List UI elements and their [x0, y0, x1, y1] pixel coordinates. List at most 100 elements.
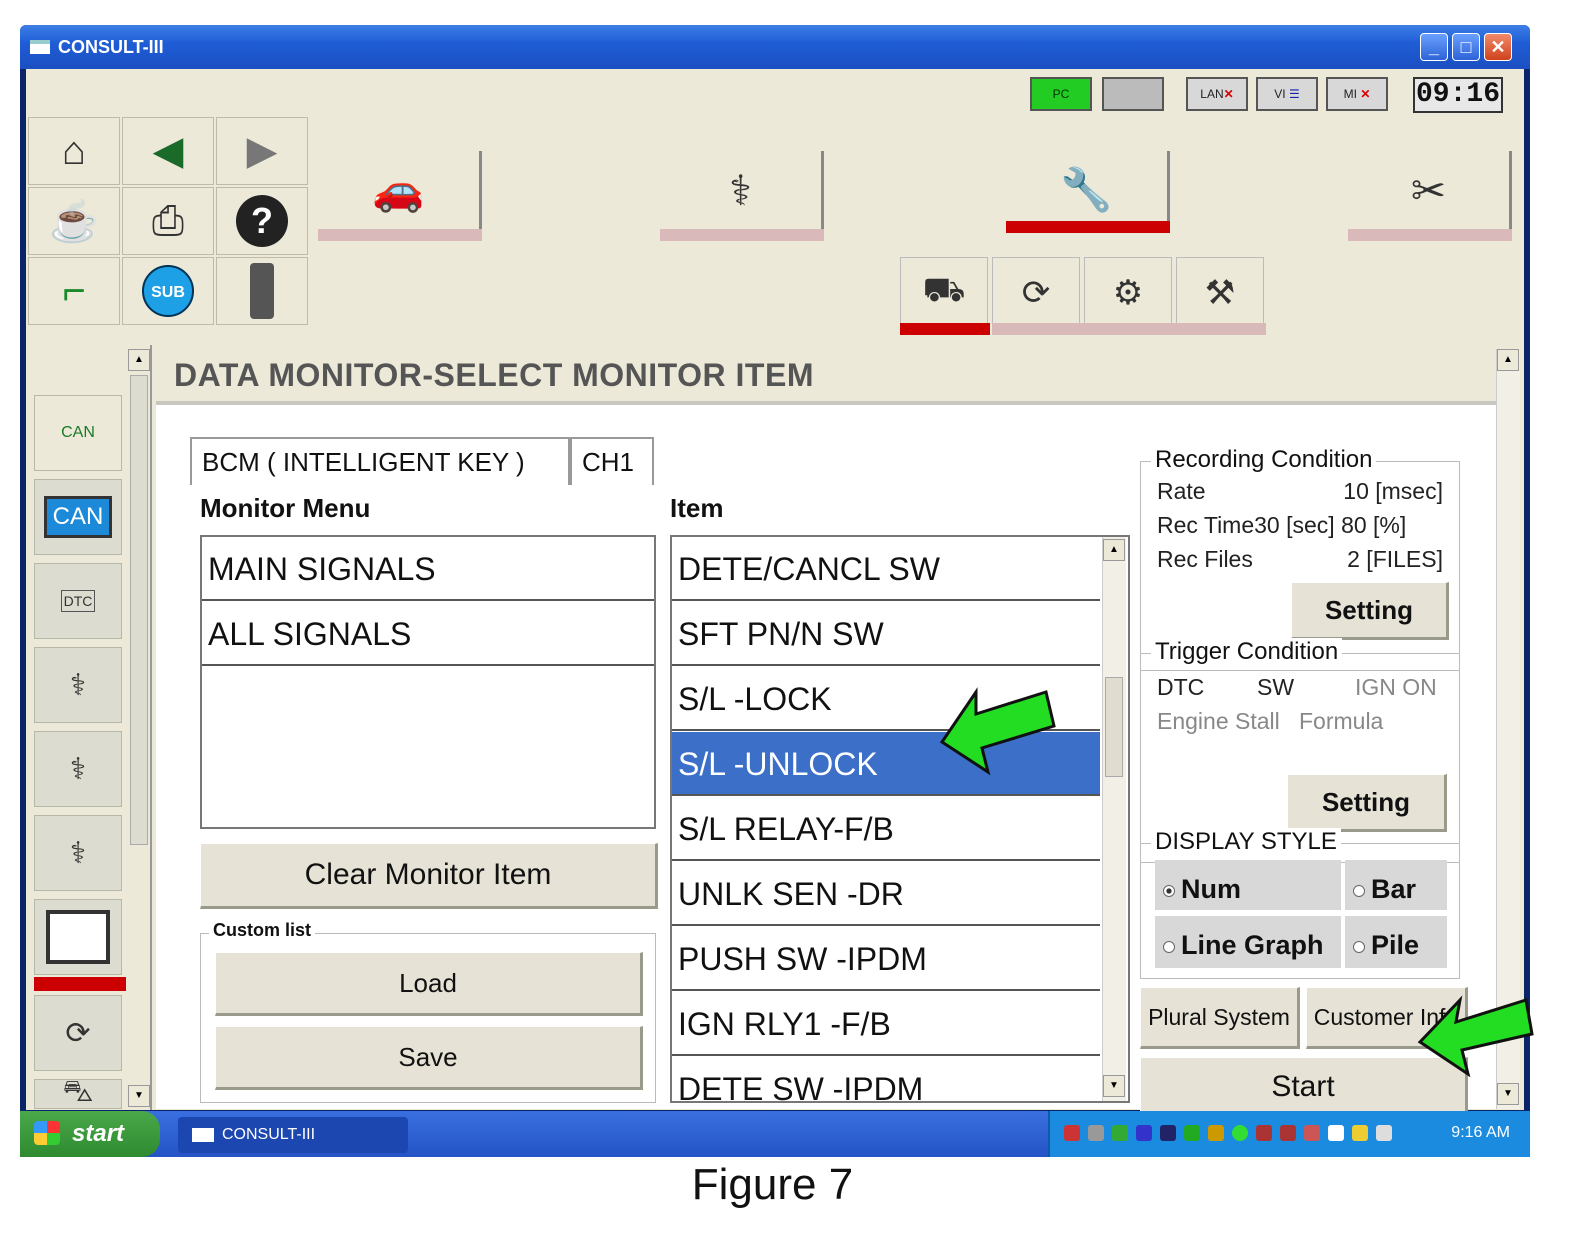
- ecu-select-button[interactable]: ⛟: [900, 257, 988, 329]
- tools-icon: ✂: [1410, 167, 1447, 214]
- line-graph-label: Line Graph: [1181, 930, 1324, 960]
- minimize-button[interactable]: _: [1420, 33, 1448, 61]
- tray-update-icon[interactable]: [1112, 1125, 1128, 1141]
- tray-security-icon[interactable]: [1136, 1125, 1152, 1141]
- scroll-up-arrow[interactable]: ▲: [128, 349, 150, 371]
- recording-condition-label: Recording Condition: [1151, 446, 1377, 474]
- diagnosis-button[interactable]: ⚕: [660, 151, 824, 233]
- tray-touch-icon[interactable]: [1280, 1125, 1296, 1141]
- reprogram-sub-button[interactable]: ⟳: [992, 257, 1080, 329]
- lan-error-icon: ✕: [1223, 87, 1234, 101]
- figure-caption: Figure 7: [691, 1160, 854, 1209]
- sidebar-scrollbar[interactable]: ▲ ▼: [128, 349, 150, 1107]
- radio-selected-icon: [1163, 884, 1175, 897]
- can-bus-button[interactable]: CAN: [34, 479, 122, 555]
- back-button[interactable]: ◀: [122, 117, 214, 185]
- scroll-up-arrow[interactable]: ▲: [1103, 539, 1125, 561]
- scroll-down-arrow[interactable]: ▼: [128, 1085, 150, 1107]
- display-style-bar[interactable]: Bar: [1345, 860, 1447, 910]
- scroll-down-arrow[interactable]: ▼: [1103, 1075, 1125, 1097]
- tray-status-icon[interactable]: [1232, 1125, 1248, 1141]
- can-diagnosis-button[interactable]: CAN: [34, 395, 122, 471]
- scroll-thumb[interactable]: [130, 375, 148, 845]
- plug-refresh-icon: ⟳: [1021, 274, 1051, 312]
- sub-icon: SUB: [142, 265, 194, 317]
- tray-app-icon[interactable]: [1376, 1125, 1392, 1141]
- dtc-icon: DTC: [60, 590, 96, 612]
- reprogram-sidebar-button[interactable]: ⟳: [34, 995, 122, 1071]
- close-button[interactable]: ✕: [1484, 33, 1512, 61]
- recording-setting-button[interactable]: Setting: [1291, 582, 1449, 640]
- active-submode-bar: [900, 323, 990, 335]
- monitor-menu-list: MAIN SIGNALS ALL SIGNALS: [200, 535, 656, 829]
- list-item[interactable]: PUSH SW -IPDM: [672, 927, 1100, 991]
- capture-icon: ⌐: [62, 268, 86, 313]
- list-item[interactable]: UNLK SEN -DR: [672, 862, 1100, 926]
- tray-bluetooth-icon[interactable]: [1160, 1125, 1176, 1141]
- screen-capture-button[interactable]: ⌐: [28, 257, 120, 325]
- tray-network-icon[interactable]: [1064, 1125, 1080, 1141]
- stethoscope-diagnosis-button[interactable]: ⚕: [34, 731, 122, 807]
- display-style-line-graph[interactable]: Line Graph: [1155, 916, 1341, 968]
- item-list-scrollbar[interactable]: ▲ ▼: [1102, 537, 1126, 1101]
- window-icon: [30, 40, 50, 54]
- sensor-diagnosis-button[interactable]: ⚕: [34, 647, 122, 723]
- home-button[interactable]: ⌂: [28, 117, 120, 185]
- help-button[interactable]: ?: [216, 187, 308, 255]
- vi-status-icon: ☰: [1288, 87, 1300, 101]
- car-icon: ⛍: [62, 1075, 94, 1108]
- list-item[interactable]: DETE/CANCL SW: [672, 537, 1100, 601]
- tray-power-icon[interactable]: [1352, 1125, 1368, 1141]
- item-header: Item: [670, 493, 724, 523]
- taskbar-item-consult[interactable]: CONSULT-III: [178, 1117, 408, 1153]
- connect-vehicle-button[interactable]: 🚗: [318, 151, 482, 233]
- tray-device-icon[interactable]: [1304, 1125, 1320, 1141]
- start-button-os[interactable]: start: [20, 1111, 160, 1157]
- save-button[interactable]: Save: [215, 1026, 643, 1090]
- list-item[interactable]: ALL SIGNALS: [202, 602, 654, 666]
- scroll-down-arrow[interactable]: ▼: [1497, 1083, 1519, 1105]
- sub-mode-button[interactable]: SUB: [122, 257, 214, 325]
- scroll-thumb[interactable]: [1105, 677, 1123, 777]
- tray-sync-icon[interactable]: [1184, 1125, 1200, 1141]
- dtc-button[interactable]: DTC: [34, 563, 122, 639]
- tray-wireless-icon[interactable]: [1256, 1125, 1272, 1141]
- title-bar[interactable]: CONSULT-III _ □ ✕: [20, 25, 1530, 69]
- start-label: start: [72, 1120, 125, 1147]
- trigger-ign-on: IGN ON: [1355, 674, 1437, 700]
- plural-system-button[interactable]: Plural System: [1140, 987, 1300, 1049]
- reprogram-button[interactable]: ✂: [1348, 151, 1512, 233]
- tray-speaker-icon[interactable]: [1088, 1125, 1104, 1141]
- scroll-up-arrow[interactable]: ▲: [1497, 349, 1519, 371]
- tray-user-icon[interactable]: [1208, 1125, 1224, 1141]
- home-icon: ⌂: [61, 128, 87, 173]
- list-item[interactable]: DETE SW -IPDM: [672, 1057, 1100, 1101]
- trigger-setting-button[interactable]: Setting: [1287, 774, 1447, 832]
- device-button[interactable]: [216, 257, 308, 325]
- tray-display-icon[interactable]: [1328, 1125, 1344, 1141]
- tab-bcm[interactable]: BCM ( INTELLIGENT KEY ): [190, 437, 570, 485]
- tab-ch1[interactable]: CH1: [570, 437, 654, 485]
- list-item[interactable]: MAIN SIGNALS: [202, 537, 654, 601]
- forward-button[interactable]: ▶: [216, 117, 308, 185]
- maximize-button[interactable]: □: [1452, 33, 1480, 61]
- display-style-pile[interactable]: Pile: [1345, 916, 1447, 968]
- clear-monitor-item-button[interactable]: Clear Monitor Item: [200, 843, 658, 909]
- load-button[interactable]: Load: [215, 952, 643, 1016]
- data-monitor-button[interactable]: [34, 899, 122, 975]
- list-item[interactable]: S/L RELAY-F/B: [672, 797, 1100, 861]
- print-button[interactable]: ⎙: [122, 187, 214, 255]
- coffee-button[interactable]: ☕: [28, 187, 120, 255]
- bar-label: Bar: [1371, 874, 1417, 904]
- item-list: DETE/CANCL SW SFT PN/N SW S/L -LOCK S/L …: [670, 535, 1130, 1103]
- adjust-button[interactable]: ⚒: [1176, 257, 1264, 329]
- list-item[interactable]: SFT PN/N SW: [672, 602, 1100, 666]
- display-style-num[interactable]: Num: [1155, 860, 1341, 910]
- taskbar: start CONSULT-III 9:16 AM: [20, 1111, 1530, 1157]
- pc-connection-indicator: PC: [1030, 77, 1092, 111]
- active-test-button[interactable]: ⚕: [34, 815, 122, 891]
- work-support-button[interactable]: ⚙: [1084, 257, 1172, 329]
- list-item[interactable]: IGN RLY1 -F/B: [672, 992, 1100, 1056]
- more-sidebar-button[interactable]: ⛍: [34, 1075, 122, 1109]
- coffee-cup-icon: ☕: [49, 199, 99, 244]
